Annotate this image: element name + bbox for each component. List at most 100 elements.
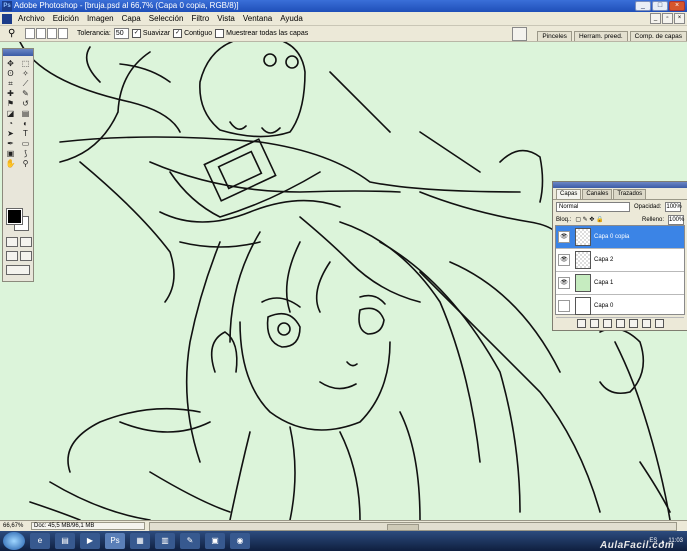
- sample-all-layers-checkbox[interactable]: Muestrear todas las capas: [215, 29, 308, 38]
- history-brush-icon[interactable]: ↺: [19, 99, 32, 108]
- menu-filtro[interactable]: Filtro: [187, 14, 213, 23]
- app-icon-7[interactable]: ✎: [180, 533, 200, 549]
- layer-style-icon[interactable]: [589, 319, 599, 328]
- eye-hidden-icon[interactable]: [558, 300, 570, 312]
- scrollbar-thumb[interactable]: [386, 523, 419, 531]
- menu-edicion[interactable]: Edición: [49, 14, 83, 23]
- new-selection-button[interactable]: [25, 28, 35, 39]
- crop-tool-icon[interactable]: ⌗: [4, 79, 17, 88]
- jump-to-imageready-icon[interactable]: [6, 265, 30, 275]
- layer-name: Capa 0 copia: [594, 234, 630, 240]
- lock-icons[interactable]: ▢ ✎ ✥ 🔒: [575, 216, 603, 223]
- healing-brush-icon[interactable]: ✚: [4, 89, 17, 98]
- subtract-selection-button[interactable]: [47, 28, 57, 39]
- doc-minimize-button[interactable]: _: [650, 13, 661, 24]
- app-icon-8[interactable]: ▣: [205, 533, 225, 549]
- photoshop-taskbar-icon[interactable]: Ps: [105, 533, 125, 549]
- folder-icon[interactable]: ▤: [55, 533, 75, 549]
- shape-tool-icon[interactable]: ▭: [19, 139, 32, 148]
- palette-well-icon[interactable]: [512, 26, 528, 41]
- blur-tool-icon[interactable]: ◔: [4, 119, 17, 128]
- tab-tool-presets[interactable]: Herram. preed.: [573, 31, 628, 41]
- blend-mode-select[interactable]: Normal: [556, 201, 630, 212]
- smooth-checkbox[interactable]: ✓ Suavizar: [131, 29, 170, 38]
- foreground-color-swatch[interactable]: [6, 208, 23, 225]
- screen-mode-standard-icon[interactable]: [6, 251, 18, 261]
- layers-panel: Capas Canales Trazados Normal Opacidad: …: [552, 181, 687, 331]
- zoom-tool-icon[interactable]: ⚲: [19, 159, 32, 168]
- layer-row[interactable]: 👁 Capa 2: [556, 249, 684, 272]
- document-size[interactable]: Doc: 45,5 MB/96,1 MB: [31, 522, 145, 530]
- imageready-row: [6, 265, 30, 275]
- delete-layer-icon[interactable]: [654, 319, 664, 328]
- eye-icon[interactable]: 👁: [558, 231, 570, 243]
- tab-layer-comps[interactable]: Comp. de capas: [629, 31, 687, 41]
- pen-tool-icon[interactable]: ✒: [4, 139, 17, 148]
- tab-channels[interactable]: Canales: [582, 189, 613, 199]
- tab-brushes[interactable]: Pinceles: [537, 31, 572, 41]
- dodge-tool-icon[interactable]: ◐: [19, 119, 32, 128]
- doc-close-button[interactable]: ×: [674, 13, 685, 24]
- add-selection-button[interactable]: [36, 28, 46, 39]
- menu-vista[interactable]: Vista: [213, 14, 239, 23]
- app-icon[interactable]: [2, 13, 12, 24]
- stamp-tool-icon[interactable]: ⚑: [4, 99, 17, 108]
- tolerance-input[interactable]: 50: [113, 28, 129, 39]
- intersect-selection-button[interactable]: [58, 28, 68, 39]
- layer-mask-icon[interactable]: [602, 319, 612, 328]
- maximize-button[interactable]: □: [652, 1, 668, 11]
- slice-tool-icon[interactable]: ⟋: [19, 79, 32, 88]
- menu-capa[interactable]: Capa: [118, 14, 145, 23]
- hand-tool-icon[interactable]: ✋: [4, 159, 17, 168]
- menu-seleccion[interactable]: Selección: [145, 14, 188, 23]
- layer-row[interactable]: 👁 Capa 0 copia: [556, 226, 684, 249]
- menu-ventana[interactable]: Ventana: [239, 14, 276, 23]
- eye-icon[interactable]: 👁: [558, 254, 570, 266]
- tab-layers[interactable]: Capas: [556, 189, 582, 199]
- layer-name: Capa 1: [594, 280, 614, 286]
- zoom-level[interactable]: 66,67%: [0, 523, 27, 529]
- path-selection-icon[interactable]: ➤: [4, 129, 17, 138]
- menu-archivo[interactable]: Archivo: [14, 14, 49, 23]
- app-icon-6[interactable]: ▥: [155, 533, 175, 549]
- layer-name: Capa 0: [594, 303, 614, 309]
- fill-input[interactable]: 100%: [668, 214, 684, 225]
- standard-mode-icon[interactable]: [6, 237, 18, 247]
- horizontal-scrollbar[interactable]: [149, 521, 677, 531]
- adjustment-layer-icon[interactable]: [615, 319, 625, 328]
- chrome-icon[interactable]: ◉: [230, 533, 250, 549]
- layer-name: Capa 2: [594, 257, 614, 263]
- menu-imagen[interactable]: Imagen: [83, 14, 118, 23]
- start-button[interactable]: [3, 532, 25, 550]
- notes-tool-icon[interactable]: ▣: [4, 149, 17, 158]
- minimize-button[interactable]: _: [635, 1, 651, 11]
- gradient-tool-icon[interactable]: ▤: [19, 109, 32, 118]
- eyedropper-tool-icon[interactable]: ⟆: [19, 149, 32, 158]
- new-group-icon[interactable]: [628, 319, 638, 328]
- lasso-tool-icon[interactable]: ʘ: [4, 69, 17, 78]
- magic-wand-tool-icon[interactable]: ✧: [19, 69, 32, 78]
- move-tool-icon[interactable]: ✥: [4, 59, 17, 68]
- menu-ayuda[interactable]: Ayuda: [276, 14, 307, 23]
- doc-restore-button[interactable]: ▫: [662, 13, 673, 24]
- quick-mask-icon[interactable]: [20, 237, 32, 247]
- opacity-input[interactable]: 100%: [665, 201, 682, 212]
- magic-wand-icon[interactable]: ⚲: [8, 28, 22, 40]
- tab-paths[interactable]: Trazados: [613, 189, 647, 199]
- layer-row[interactable]: Capa 0: [556, 295, 684, 318]
- toolbox-header[interactable]: [3, 49, 33, 56]
- brush-tool-icon[interactable]: ✎: [19, 89, 32, 98]
- new-layer-icon[interactable]: [641, 319, 651, 328]
- close-button[interactable]: ×: [669, 1, 685, 11]
- media-player-icon[interactable]: ▶: [80, 533, 100, 549]
- type-tool-icon[interactable]: T: [19, 129, 32, 138]
- eye-icon[interactable]: 👁: [558, 277, 570, 289]
- link-layers-icon[interactable]: [576, 319, 586, 328]
- app-icon-5[interactable]: ▦: [130, 533, 150, 549]
- layer-row[interactable]: 👁 Capa 1: [556, 272, 684, 295]
- marquee-tool-icon[interactable]: ⬚: [19, 59, 32, 68]
- contiguous-checkbox[interactable]: ✓ Contiguo: [173, 29, 212, 38]
- ie-icon[interactable]: e: [30, 533, 50, 549]
- screen-mode-full-icon[interactable]: [20, 251, 32, 261]
- eraser-tool-icon[interactable]: ◪: [4, 109, 17, 118]
